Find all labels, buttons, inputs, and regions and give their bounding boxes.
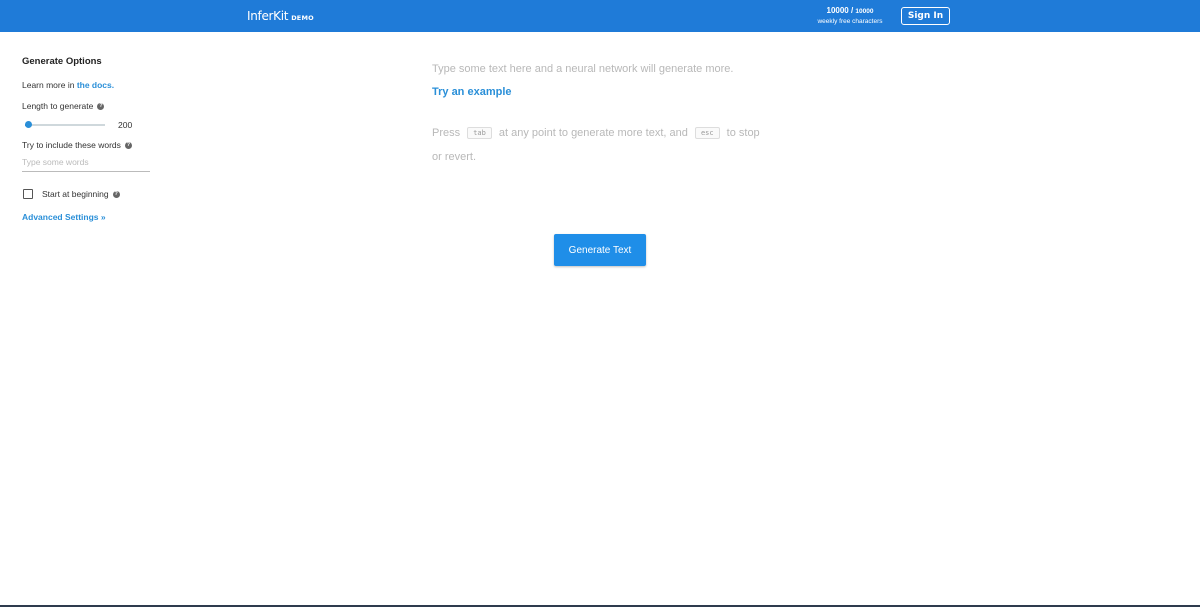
learn-more-text: Learn more in the docs. <box>22 80 114 90</box>
instructions-line-2: or revert. <box>432 151 477 163</box>
help-icon[interactable]: ? <box>124 142 132 150</box>
include-words-input[interactable] <box>22 153 150 172</box>
length-label: Length to generate? <box>22 101 105 111</box>
docs-link[interactable]: the docs. <box>77 80 114 90</box>
learn-more-prefix: Learn more in <box>22 80 77 90</box>
start-at-beginning-label: Start at beginning? <box>42 189 120 199</box>
press-middle: at any point to generate more text, and <box>498 127 688 139</box>
press-prefix: Press <box>432 127 461 139</box>
press-suffix: to stop <box>726 127 760 139</box>
advanced-settings-link[interactable]: Advanced Settings » <box>22 212 106 222</box>
brand-demo-tag: DEMO <box>291 14 314 22</box>
help-icon[interactable]: ? <box>97 103 105 111</box>
brand-logo[interactable]: InferKit DEMO <box>247 9 314 23</box>
quota-total: 10000 <box>855 8 874 15</box>
length-slider-thumb[interactable] <box>25 121 32 128</box>
sidebar-title: Generate Options <box>22 56 102 67</box>
brand-name: InferKit <box>247 9 289 23</box>
quota-used: 10000 <box>826 6 849 15</box>
include-words-label-text: Try to include these words <box>22 140 121 150</box>
length-value: 200 <box>118 120 133 130</box>
start-at-beginning-checkbox[interactable] <box>23 189 33 199</box>
esc-key: esc <box>694 127 720 140</box>
length-slider-track[interactable] <box>25 124 105 126</box>
tab-key: tab <box>467 127 492 140</box>
quota-numbers: 10000 / 10000 <box>826 6 874 15</box>
editor-placeholder: Type some text here and a neural network… <box>432 63 734 75</box>
generate-text-button[interactable]: Generate Text <box>554 234 646 266</box>
sign-in-button[interactable]: Sign In <box>901 7 950 25</box>
top-bar: InferKit DEMO 10000 / 10000 weekly free c… <box>0 0 1200 32</box>
quota-caption: weekly free characters <box>817 18 883 25</box>
try-example-link[interactable]: Try an example <box>432 86 512 98</box>
instructions-line: Press tab at any point to generate more … <box>432 127 760 140</box>
include-words-label: Try to include these words? <box>22 140 132 150</box>
help-icon[interactable]: ? <box>112 191 120 199</box>
length-label-text: Length to generate <box>22 101 94 111</box>
quota-counter: 10000 / 10000 weekly free characters <box>800 6 900 27</box>
start-at-beginning-text: Start at beginning <box>42 189 109 199</box>
